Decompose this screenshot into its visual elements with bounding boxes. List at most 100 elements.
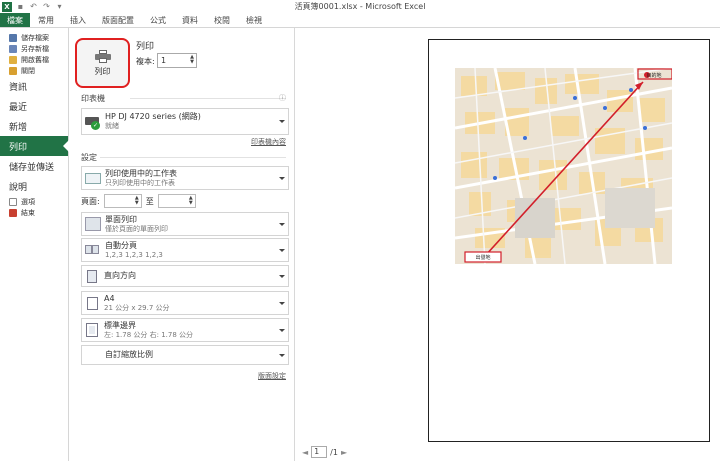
map-image: 目的地 出發地 (455, 68, 672, 264)
printer-properties-link[interactable]: 印表機內容 (251, 137, 286, 147)
nav-options[interactable]: 選項 (0, 196, 68, 207)
printer-dropdown[interactable]: ✓ HP DJ 4720 series (網路) 就緒 (81, 108, 289, 135)
title-bar: X ▪ ↶ ↷ ▾ 活頁簿0001.xlsx - Microsoft Excel (0, 0, 720, 13)
page-navigator: ◄ 1 /1 ► (302, 446, 347, 458)
print-settings-panel: 列印 列印 複本: 1 ▲ ▼ 印表機 ⓘ ✓ HP DJ 4720 series… (70, 28, 295, 461)
chevron-down-icon (279, 120, 285, 123)
redo-icon[interactable]: ↷ (42, 2, 51, 11)
undo-icon[interactable]: ↶ (29, 2, 38, 11)
nav-save[interactable]: 儲存檔案 (0, 32, 68, 43)
tab-home[interactable]: 常用 (30, 13, 62, 27)
copies-input[interactable]: 1 ▲ ▼ (157, 53, 197, 68)
total-pages: /1 (330, 447, 338, 457)
print-title: 列印 (136, 42, 155, 52)
tab-data[interactable]: 資料 (174, 13, 206, 27)
sided-title: 單面列印 (105, 214, 137, 224)
quick-access-toolbar: X ▪ ↶ ↷ ▾ (0, 0, 64, 13)
pages-to-spinner-icon[interactable]: ▲ ▼ (189, 196, 193, 206)
next-page-icon[interactable]: ► (341, 448, 347, 457)
paper-size-dropdown[interactable]: A4 21 公分 x 29.7 公分 (81, 291, 289, 315)
margins-title: 標準邊界 (104, 320, 136, 330)
margins-icon (86, 323, 98, 337)
tab-file[interactable]: 檔案 (0, 13, 30, 27)
tab-insert[interactable]: 插入 (62, 13, 94, 27)
nav-help[interactable]: 說明 (0, 176, 68, 196)
window-title: 活頁簿0001.xlsx - Microsoft Excel (294, 2, 426, 11)
copies-spinner-icon[interactable]: ▲ ▼ (190, 55, 194, 65)
sided-sub: 僅於頁面的單面列印 (105, 224, 168, 233)
info-icon[interactable]: ⓘ (279, 93, 286, 103)
collate-icon (85, 243, 101, 257)
margins-dropdown[interactable]: 標準邊界 左: 1.78 公分 右: 1.78 公分 (81, 318, 289, 342)
save-icon (9, 33, 17, 42)
print-what-dropdown[interactable]: 列印使用中的工作表 只列印使用中的工作表 (81, 166, 289, 190)
save-icon[interactable]: ▪ (16, 2, 25, 11)
printer-icon (94, 49, 111, 63)
nav-info[interactable]: 資訊 (0, 76, 68, 96)
worksheet-icon (85, 172, 101, 184)
nav-print[interactable]: 列印 (0, 136, 69, 156)
printer-section-title: 印表機 (81, 94, 105, 103)
tab-page-layout[interactable]: 版面配置 (94, 13, 142, 27)
orientation-dropdown[interactable]: 直向方向 (81, 265, 289, 287)
chevron-down-icon (279, 328, 285, 332)
nav-save-label: 儲存檔案 (21, 33, 49, 42)
pages-from-spinner-icon[interactable]: ▲ ▼ (135, 196, 139, 206)
nav-exit-label: 結束 (21, 208, 35, 217)
nav-save-send[interactable]: 儲存並傳送 (0, 156, 68, 176)
pages-range: 頁面: ▲ ▼ 至 ▲ ▼ (81, 193, 289, 209)
settings-section-divider (100, 157, 286, 158)
pages-to-label: 至 (145, 196, 154, 206)
map-label-origin: 出發地 (475, 254, 490, 261)
pages-to-input[interactable]: ▲ ▼ (157, 194, 196, 208)
tab-formulas[interactable]: 公式 (142, 13, 174, 27)
settings-section-title: 設定 (81, 153, 97, 162)
print-button[interactable]: 列印 (75, 38, 130, 88)
print-what-sub: 只列印使用中的工作表 (105, 178, 175, 187)
collate-dropdown[interactable]: 自動分頁 1,2,3 1,2,3 1,2,3 (81, 238, 289, 262)
chevron-down-icon (279, 353, 285, 357)
page-setup-link[interactable]: 版面設定 (258, 371, 286, 381)
orientation-label: 直向方向 (104, 271, 136, 280)
nav-recent[interactable]: 最近 (0, 96, 68, 116)
options-icon (9, 197, 17, 206)
printer-status: 就緒 (105, 122, 119, 130)
scaling-label: 自訂縮放比例 (105, 350, 153, 359)
nav-save-as-label: 另存新檔 (21, 44, 49, 53)
tab-view[interactable]: 檢視 (238, 13, 270, 27)
nav-exit[interactable]: 結束 (0, 207, 68, 218)
copies-value: 1 (161, 56, 167, 65)
paper-title: A4 (104, 293, 115, 303)
scaling-dropdown[interactable]: 自訂縮放比例 (81, 345, 289, 365)
pages-label: 頁面: (81, 196, 100, 206)
customize-qat-icon[interactable]: ▾ (55, 2, 64, 11)
one-sided-icon (85, 217, 101, 231)
map-graphic: 目的地 出發地 (455, 68, 672, 264)
tab-review[interactable]: 校閱 (206, 13, 238, 27)
printer-ready-icon: ✓ (85, 115, 101, 130)
printer-name: HP DJ 4720 series (網路) (105, 112, 201, 121)
print-what-title: 列印使用中的工作表 (105, 168, 177, 178)
pages-from-input[interactable]: ▲ ▼ (103, 194, 142, 208)
chevron-down-icon (279, 222, 285, 226)
nav-close[interactable]: 關閉 (0, 65, 68, 76)
current-page-input[interactable]: 1 (311, 446, 328, 458)
copies-label: 複本: (136, 57, 155, 66)
chevron-down-icon (279, 176, 285, 180)
print-preview: 目的地 出發地 ◄ 1 /1 ► (296, 28, 720, 461)
nav-close-label: 關閉 (21, 66, 35, 75)
scaling-icon (85, 348, 101, 362)
collate-sub: 1,2,3 1,2,3 1,2,3 (105, 250, 163, 259)
previous-page-icon[interactable]: ◄ (302, 448, 308, 457)
sided-dropdown[interactable]: 單面列印 僅於頁面的單面列印 (81, 212, 289, 236)
excel-app-icon[interactable]: X (2, 1, 12, 12)
printer-section-divider (130, 98, 286, 99)
paper-size-icon (87, 296, 98, 310)
nav-new[interactable]: 新增 (0, 116, 68, 136)
nav-open[interactable]: 開啟舊檔 (0, 54, 68, 65)
nav-options-label: 選項 (21, 197, 35, 206)
nav-save-as[interactable]: 另存新檔 (0, 43, 68, 54)
paper-sub: 21 公分 x 29.7 公分 (104, 303, 170, 312)
portrait-orientation-icon (87, 269, 97, 283)
open-folder-icon (9, 55, 17, 64)
